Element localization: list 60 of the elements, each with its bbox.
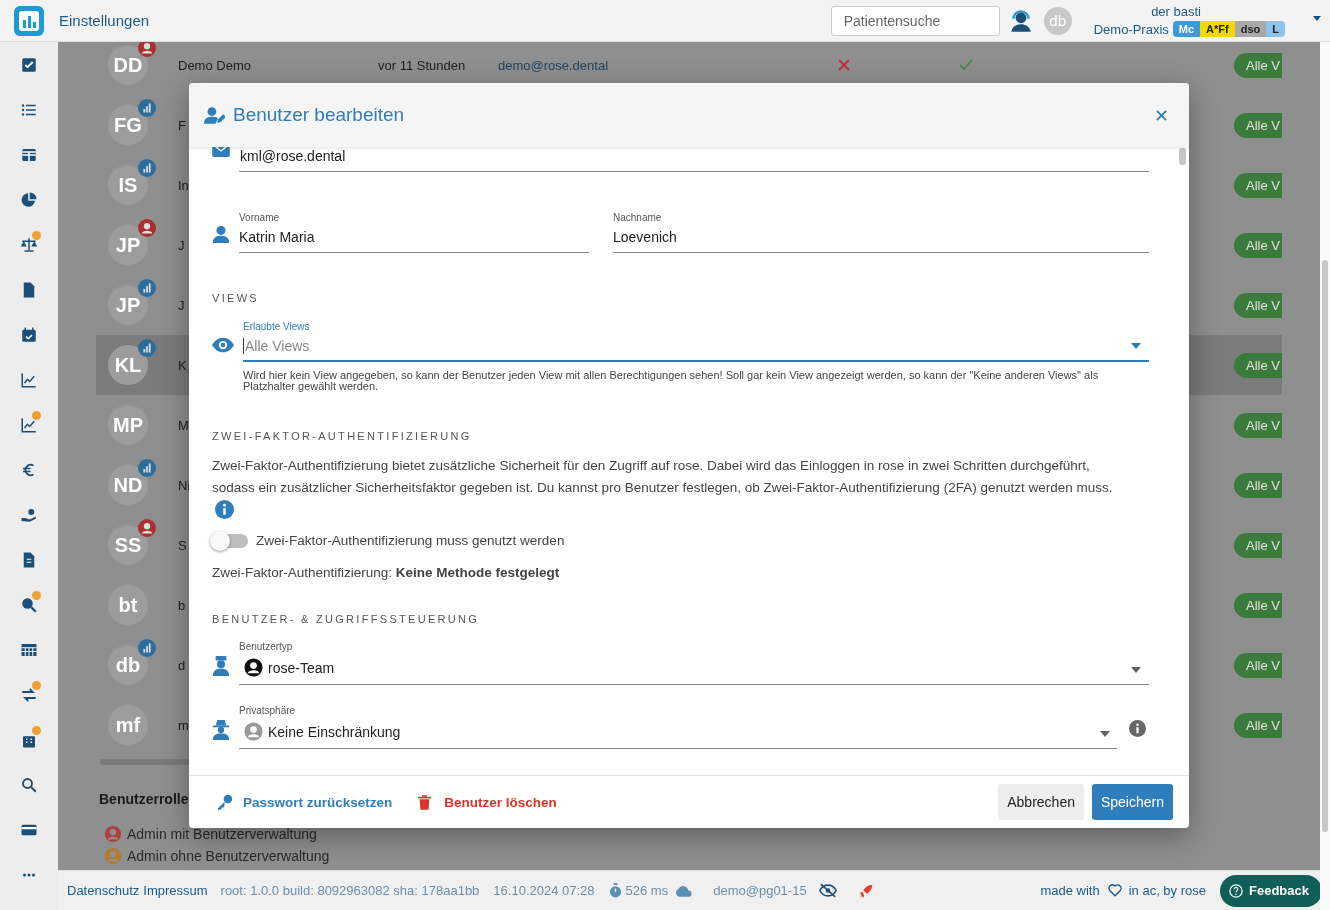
user-name: b <box>178 597 186 613</box>
page-title: Einstellungen <box>59 12 150 29</box>
views-chip: Alle V <box>1234 232 1282 258</box>
user-name: d <box>178 657 186 673</box>
user-avatar: KL <box>108 345 148 385</box>
hint-text: Wird hier kein View angegeben, so kann der Benutzer jeden View mit allen Berechtigungen sehen! Soll gar kein View angezeigt werden, so kann der "Keine anderen Views" als Platzhalter gewählt werden. <box>243 370 1100 392</box>
user-avatar: JP <box>108 225 148 265</box>
views-chip: Alle V <box>1234 172 1282 198</box>
user-name: m <box>178 717 189 733</box>
build-info: root: 1.0.0 build: 8092963082 sha: 178aa1bb <box>220 883 480 898</box>
user-name: der basti <box>1151 4 1201 19</box>
practice-name: Demo-Praxis <box>1093 21 1169 37</box>
user-name: Demo Demo <box>178 57 251 73</box>
user-avatar: mf <box>108 705 148 745</box>
toggle-label: Zwei-Faktor-Authentifizierung muss genutzt werden <box>256 533 565 548</box>
description-text: Zwei-Faktor-Authentifizierung bietet zusätzliche Sicherheit für den Zugriff auf rose. Dabei wird das Einloggen in rose in zwei Schritten durchgeführt, sodass ein zusätzlicher Sicherheitsfaktor gegeben ist. Du kannst pro Benutzer festlegen, ob Zwei-Faktor-Authentifizierung (2FA) genutzt werden muss. <box>212 458 1113 495</box>
views-chip: Alle V <box>1234 412 1282 438</box>
views-chip: Alle V <box>1234 712 1282 738</box>
views-chip: Alle V <box>1234 292 1282 318</box>
user-name: K <box>178 357 187 373</box>
user-avatar: FG <box>108 105 148 145</box>
views-chip: Alle V <box>1234 472 1282 498</box>
status-text: Zwei-Faktor-Authentifizierung: Keine Methode festgelegt <box>212 565 561 580</box>
section-heading: BENUTZER- & ZUGRIFFSSTEUERUNG <box>212 613 481 625</box>
made-with-text: made with <box>1040 883 1100 898</box>
user-avatar: DD <box>108 45 148 85</box>
credits-text: in ac, by rose <box>1128 883 1206 898</box>
user-name: In <box>178 177 189 193</box>
views-chip: Alle V <box>1234 52 1282 78</box>
select-value: rose-Team <box>268 659 335 676</box>
user-avatar: db <box>108 645 148 685</box>
views-chip: Alle V <box>1234 652 1282 678</box>
user-avatar: MP <box>108 405 148 445</box>
user-name: S <box>178 537 187 553</box>
user-name: M <box>178 417 189 433</box>
user-name: J <box>178 237 185 253</box>
user-avatar: JP <box>108 285 148 325</box>
user-avatar: ND <box>108 465 148 505</box>
response-time: 526 ms <box>625 883 669 898</box>
user-avatar: bt <box>108 585 148 625</box>
server-text: demo@pg01-15 <box>713 883 807 898</box>
practice-tag: dso <box>1234 21 1267 37</box>
section-heading: ZWEI-FAKTOR-AUTHENTIFIZIERUNG <box>212 430 473 442</box>
user-avatar: IS <box>108 165 148 205</box>
last-seen-text: vor 11 Stunden <box>378 57 466 73</box>
views-chip: Alle V <box>1234 352 1282 378</box>
section-heading: VIEWS <box>212 292 260 304</box>
user-avatar: SS <box>108 525 148 565</box>
practice-tag: L <box>1266 21 1285 37</box>
user-name: F <box>178 117 186 133</box>
views-chip: Alle V <box>1234 112 1282 138</box>
practice-tag: A*Ff <box>1200 21 1235 37</box>
section-title: Benutzerrolle <box>99 791 189 807</box>
dialog-title: Benutzer bearbeiten <box>233 104 405 126</box>
select-value: Keine Einschränkung <box>268 723 401 740</box>
practice-tag: Mc <box>1172 21 1201 37</box>
views-chip: Alle V <box>1234 592 1282 618</box>
date-text: 16.10.2024 07:28 <box>493 883 595 898</box>
user-name: J <box>178 297 185 313</box>
views-chip: Alle V <box>1234 532 1282 558</box>
